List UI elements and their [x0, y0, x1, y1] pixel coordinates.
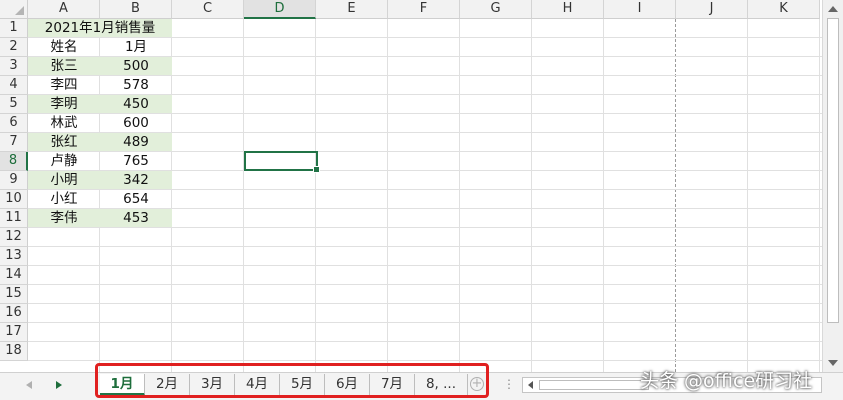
page-break-line: [675, 19, 676, 372]
row-header-7[interactable]: 7: [0, 133, 28, 152]
vertical-scroll-thumb[interactable]: [827, 18, 839, 323]
cell-value[interactable]: 500: [100, 57, 172, 76]
row-header-4[interactable]: 4: [0, 76, 28, 95]
vertical-scrollbar[interactable]: [822, 0, 843, 372]
cell-value[interactable]: 578: [100, 76, 172, 95]
row-gridline: [28, 265, 822, 266]
spreadsheet-grid[interactable]: ABCDEFGHIJK 1 2 3 4 5 6 7 8 9 10 11 12 13 14 15 16 17 18 …: [0, 0, 822, 372]
row-header-18[interactable]: 18: [0, 342, 28, 361]
cell-name[interactable]: 李伟: [28, 209, 100, 228]
fill-handle[interactable]: [313, 166, 320, 173]
column-gridline: [459, 19, 460, 372]
row-header-11[interactable]: 11: [0, 209, 28, 228]
cell-a1-title[interactable]: 2021年1月销售量: [28, 19, 172, 38]
row-gridline: [28, 341, 822, 342]
column-gridline: [819, 19, 820, 372]
row-header-1[interactable]: 1: [0, 19, 28, 38]
column-header-j[interactable]: J: [676, 0, 748, 19]
row-header-5[interactable]: 5: [0, 95, 28, 114]
row-header-10[interactable]: 10: [0, 190, 28, 209]
cell-name[interactable]: 李明: [28, 95, 100, 114]
row-header-13[interactable]: 13: [0, 247, 28, 266]
column-header-d[interactable]: D: [244, 0, 316, 19]
column-header-f[interactable]: F: [388, 0, 460, 19]
row-gridline: [28, 246, 822, 247]
row-header-6[interactable]: 6: [0, 114, 28, 133]
horizontal-scroll-thumb[interactable]: [539, 380, 649, 390]
row-header-9[interactable]: 9: [0, 171, 28, 190]
column-gridline: [603, 19, 604, 372]
sheet-tabs-highlight-box: [95, 363, 489, 398]
column-header-b[interactable]: B: [100, 0, 172, 19]
row-header-15[interactable]: 15: [0, 285, 28, 304]
cell-name[interactable]: 林武: [28, 114, 100, 133]
select-all-corner[interactable]: [0, 0, 28, 19]
selected-cell-d8[interactable]: [244, 151, 320, 173]
cell-a2-header-name[interactable]: 姓名: [28, 38, 100, 57]
column-gridline: [747, 19, 748, 372]
next-sheet-arrow-icon[interactable]: [56, 381, 62, 389]
row-gridline: [28, 284, 822, 285]
column-header-a[interactable]: A: [28, 0, 100, 19]
cell-value[interactable]: 342: [100, 171, 172, 190]
cell-name[interactable]: 李四: [28, 76, 100, 95]
row-gridline: [28, 303, 822, 304]
cell-value[interactable]: 654: [100, 190, 172, 209]
row-header-3[interactable]: 3: [0, 57, 28, 76]
cell-value[interactable]: 600: [100, 114, 172, 133]
column-header-e[interactable]: E: [316, 0, 388, 19]
prev-sheet-arrow-icon[interactable]: [26, 381, 32, 389]
cell-name[interactable]: 小明: [28, 171, 100, 190]
row-header-12[interactable]: 12: [0, 228, 28, 247]
cell-name[interactable]: 卢静: [28, 152, 100, 171]
cell-name[interactable]: 张红: [28, 133, 100, 152]
column-gridline: [315, 19, 316, 372]
cell-name[interactable]: 小红: [28, 190, 100, 209]
column-header-h[interactable]: H: [532, 0, 604, 19]
cell-value[interactable]: 489: [100, 133, 172, 152]
column-header-i[interactable]: I: [604, 0, 676, 19]
cell-b2-header-month[interactable]: 1月: [100, 38, 172, 57]
column-header-g[interactable]: G: [460, 0, 532, 19]
row-header-16[interactable]: 16: [0, 304, 28, 323]
column-header-k[interactable]: K: [748, 0, 820, 19]
scroll-left-arrow-icon[interactable]: [528, 381, 533, 389]
cell-value[interactable]: 765: [100, 152, 172, 171]
column-gridline: [387, 19, 388, 372]
cell-value[interactable]: 450: [100, 95, 172, 114]
column-gridline: [243, 19, 244, 372]
column-gridline: [531, 19, 532, 372]
add-sheet-button[interactable]: +: [470, 377, 484, 391]
scroll-up-arrow-icon[interactable]: [828, 6, 838, 12]
row-header-2[interactable]: 2: [0, 38, 28, 57]
watermark: 头条 @office研习社: [640, 370, 813, 392]
row-gridline: [28, 360, 822, 361]
scroll-down-arrow-icon[interactable]: [828, 360, 838, 366]
row-header-8[interactable]: 8: [0, 152, 28, 171]
row-header-14[interactable]: 14: [0, 266, 28, 285]
select-all-triangle-icon: [15, 6, 24, 15]
more-options-icon[interactable]: ⋮: [503, 377, 515, 391]
cell-name[interactable]: 张三: [28, 57, 100, 76]
column-header-c[interactable]: C: [172, 0, 244, 19]
cell-value[interactable]: 453: [100, 209, 172, 228]
row-gridline: [28, 322, 822, 323]
row-header-17[interactable]: 17: [0, 323, 28, 342]
